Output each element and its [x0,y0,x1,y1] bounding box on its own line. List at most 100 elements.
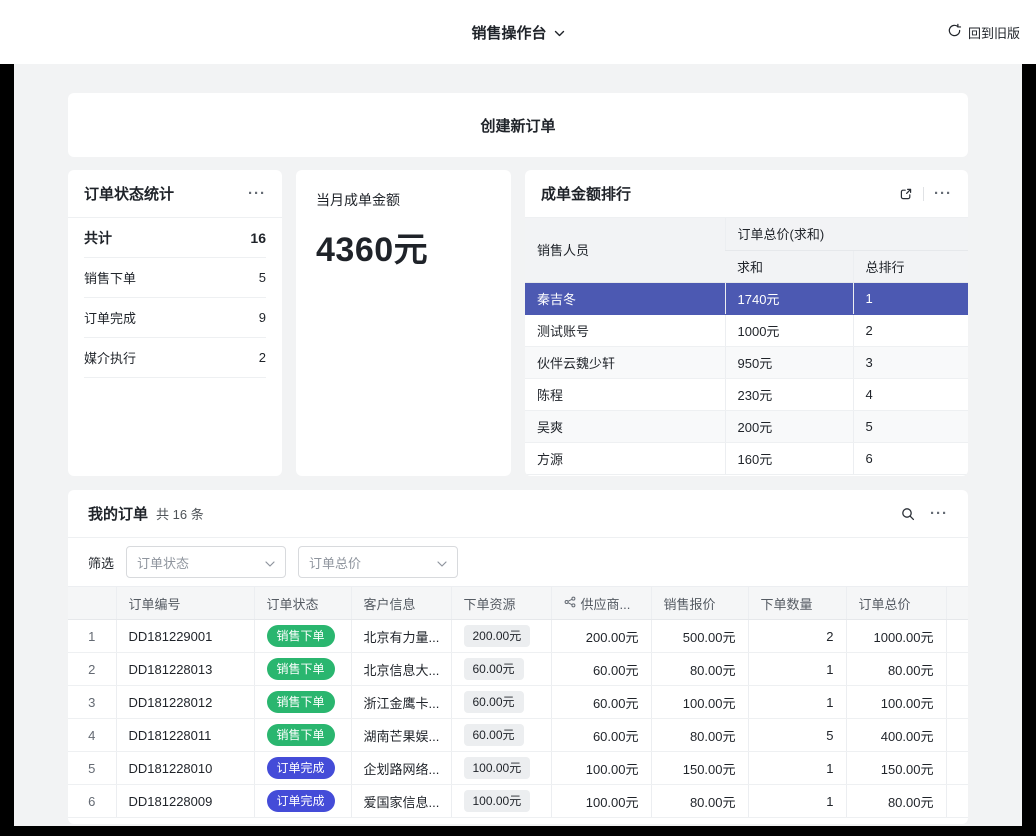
ranking-col-rank: 总排行 [853,250,968,282]
column-header-status[interactable]: 订单状态 [254,587,351,620]
resource-pill: 60.00元 [464,691,524,713]
back-to-old-button[interactable]: 回到旧版 [947,0,1020,64]
resource-cell: 100.00元 [451,785,551,818]
order-row[interactable]: 6 DD181228009 订单完成 爱国家信息... 100.00元 100.… [68,785,968,818]
chevron-down-icon [265,555,275,570]
order-no-cell: DD181228011 [116,719,254,752]
order-status-stats-card: 订单状态统计 ··· 共计 16 销售下单 5 订单完成 9 [68,170,282,476]
qty-cell: 1 [748,785,846,818]
stat-row: 媒介执行 2 [84,338,266,378]
order-no-cell: DD181228010 [116,752,254,785]
supplier-cell: 60.00元 [551,686,651,719]
quote-cell: 80.00元 [651,719,748,752]
monthly-amount-value: 4360元 [316,222,491,271]
ranking-card-title: 成单金额排行 [541,183,631,204]
stub-cell [946,785,968,818]
stub-cell [946,653,968,686]
ranking-sum: 200元 [725,410,853,442]
status-cell: 销售下单 [254,686,351,719]
order-row[interactable]: 5 DD181228010 订单完成 企划路网络... 100.00元 100.… [68,752,968,785]
quote-cell: 500.00元 [651,620,748,653]
customer-cell: 企划路网络... [351,752,451,785]
stat-label: 销售下单 [84,268,136,287]
resource-cell: 200.00元 [451,620,551,653]
column-header-order-no[interactable]: 订单编号 [116,587,254,620]
ranking-rank: 6 [853,442,968,474]
content-area: 创建新订单 订单状态统计 ··· 共计 16 销售下单 5 [14,64,1022,826]
column-header-stub [946,587,968,620]
column-header-customer[interactable]: 客户信息 [351,587,451,620]
restore-icon [947,23,962,41]
order-row[interactable]: 3 DD181228012 销售下单 浙江金鹰卡... 60.00元 60.00… [68,686,968,719]
ranking-sum: 1740元 [725,282,853,314]
stub-cell [946,620,968,653]
more-icon[interactable]: ··· [930,506,948,521]
quote-cell: 100.00元 [651,686,748,719]
supplier-cell: 200.00元 [551,620,651,653]
row-number-column-header [68,587,116,620]
quote-cell: 80.00元 [651,653,748,686]
top-bar: 销售操作台 回到旧版 [0,0,1036,64]
export-icon[interactable] [899,187,913,201]
status-cell: 销售下单 [254,719,351,752]
column-header-supplier[interactable]: 供应商... [551,587,651,620]
orders-count: 共 16 条 [156,504,204,523]
status-badge: 销售下单 [267,724,335,746]
stub-cell [946,686,968,719]
column-header-total[interactable]: 订单总价 [846,587,946,620]
resource-pill: 60.00元 [464,724,524,746]
ranking-row[interactable]: 伙伴云魏少轩 950元 3 [525,346,968,378]
more-icon[interactable]: ··· [934,186,952,201]
total-cell: 1000.00元 [846,620,946,653]
order-status-filter-placeholder: 订单状态 [137,553,189,572]
order-status-filter-select[interactable]: 订单状态 [126,546,286,578]
ranking-person: 方源 [525,442,725,474]
total-cell: 80.00元 [846,785,946,818]
order-row[interactable]: 4 DD181228011 销售下单 湖南芒果娱... 60.00元 60.00… [68,719,968,752]
column-header-resource[interactable]: 下单资源 [451,587,551,620]
ranking-row[interactable]: 秦吉冬 1740元 1 [525,282,968,314]
row-number: 1 [68,620,116,653]
ranking-row[interactable]: 测试账号 1000元 2 [525,314,968,346]
stat-label: 订单完成 [84,308,136,327]
more-icon[interactable]: ··· [248,186,266,201]
app-title: 销售操作台 [471,22,546,43]
status-cell: 销售下单 [254,620,351,653]
resource-pill: 200.00元 [464,625,531,647]
ranking-person: 测试账号 [525,314,725,346]
my-orders-card: 我的订单 共 16 条 ··· 筛选 订单状态 [68,490,968,824]
resource-cell: 60.00元 [451,719,551,752]
ranking-person: 伙伴云魏少轩 [525,346,725,378]
orders-table-header-row: 订单编号 订单状态 客户信息 下单资源 [68,587,968,620]
status-badge: 销售下单 [267,691,335,713]
app-title-dropdown[interactable]: 销售操作台 [471,22,564,43]
amount-ranking-card: 成单金额排行 ··· [525,170,968,476]
ranking-row[interactable]: 陈程 230元 4 [525,378,968,410]
ranking-rank: 3 [853,346,968,378]
order-row[interactable]: 2 DD181228013 销售下单 北京信息大... 60.00元 60.00… [68,653,968,686]
chevron-down-icon [554,24,565,41]
stat-row-total: 共计 16 [84,218,266,258]
resource-cell: 100.00元 [451,752,551,785]
create-order-button[interactable]: 创建新订单 [68,93,968,157]
ranking-row[interactable]: 方源 160元 6 [525,442,968,474]
qty-cell: 1 [748,686,846,719]
column-header-quote[interactable]: 销售报价 [651,587,748,620]
row-number: 5 [68,752,116,785]
order-row[interactable]: 1 DD181229001 销售下单 北京有力量... 200.00元 200.… [68,620,968,653]
total-cell: 150.00元 [846,752,946,785]
ranking-row[interactable]: 吴爽 200元 5 [525,410,968,442]
customer-cell: 北京有力量... [351,620,451,653]
monthly-amount-card: 当月成单金额 4360元 [296,170,511,476]
search-icon[interactable] [900,506,916,522]
column-header-qty[interactable]: 下单数量 [748,587,846,620]
total-cell: 100.00元 [846,686,946,719]
stat-row: 销售下单 5 [84,258,266,298]
supplier-cell: 100.00元 [551,785,651,818]
order-no-cell: DD181229001 [116,620,254,653]
filter-label: 筛选 [88,553,114,572]
order-total-filter-select[interactable]: 订单总价 [298,546,458,578]
chevron-down-icon [437,555,447,570]
qty-cell: 2 [748,620,846,653]
monthly-amount-label: 当月成单金额 [316,190,491,210]
